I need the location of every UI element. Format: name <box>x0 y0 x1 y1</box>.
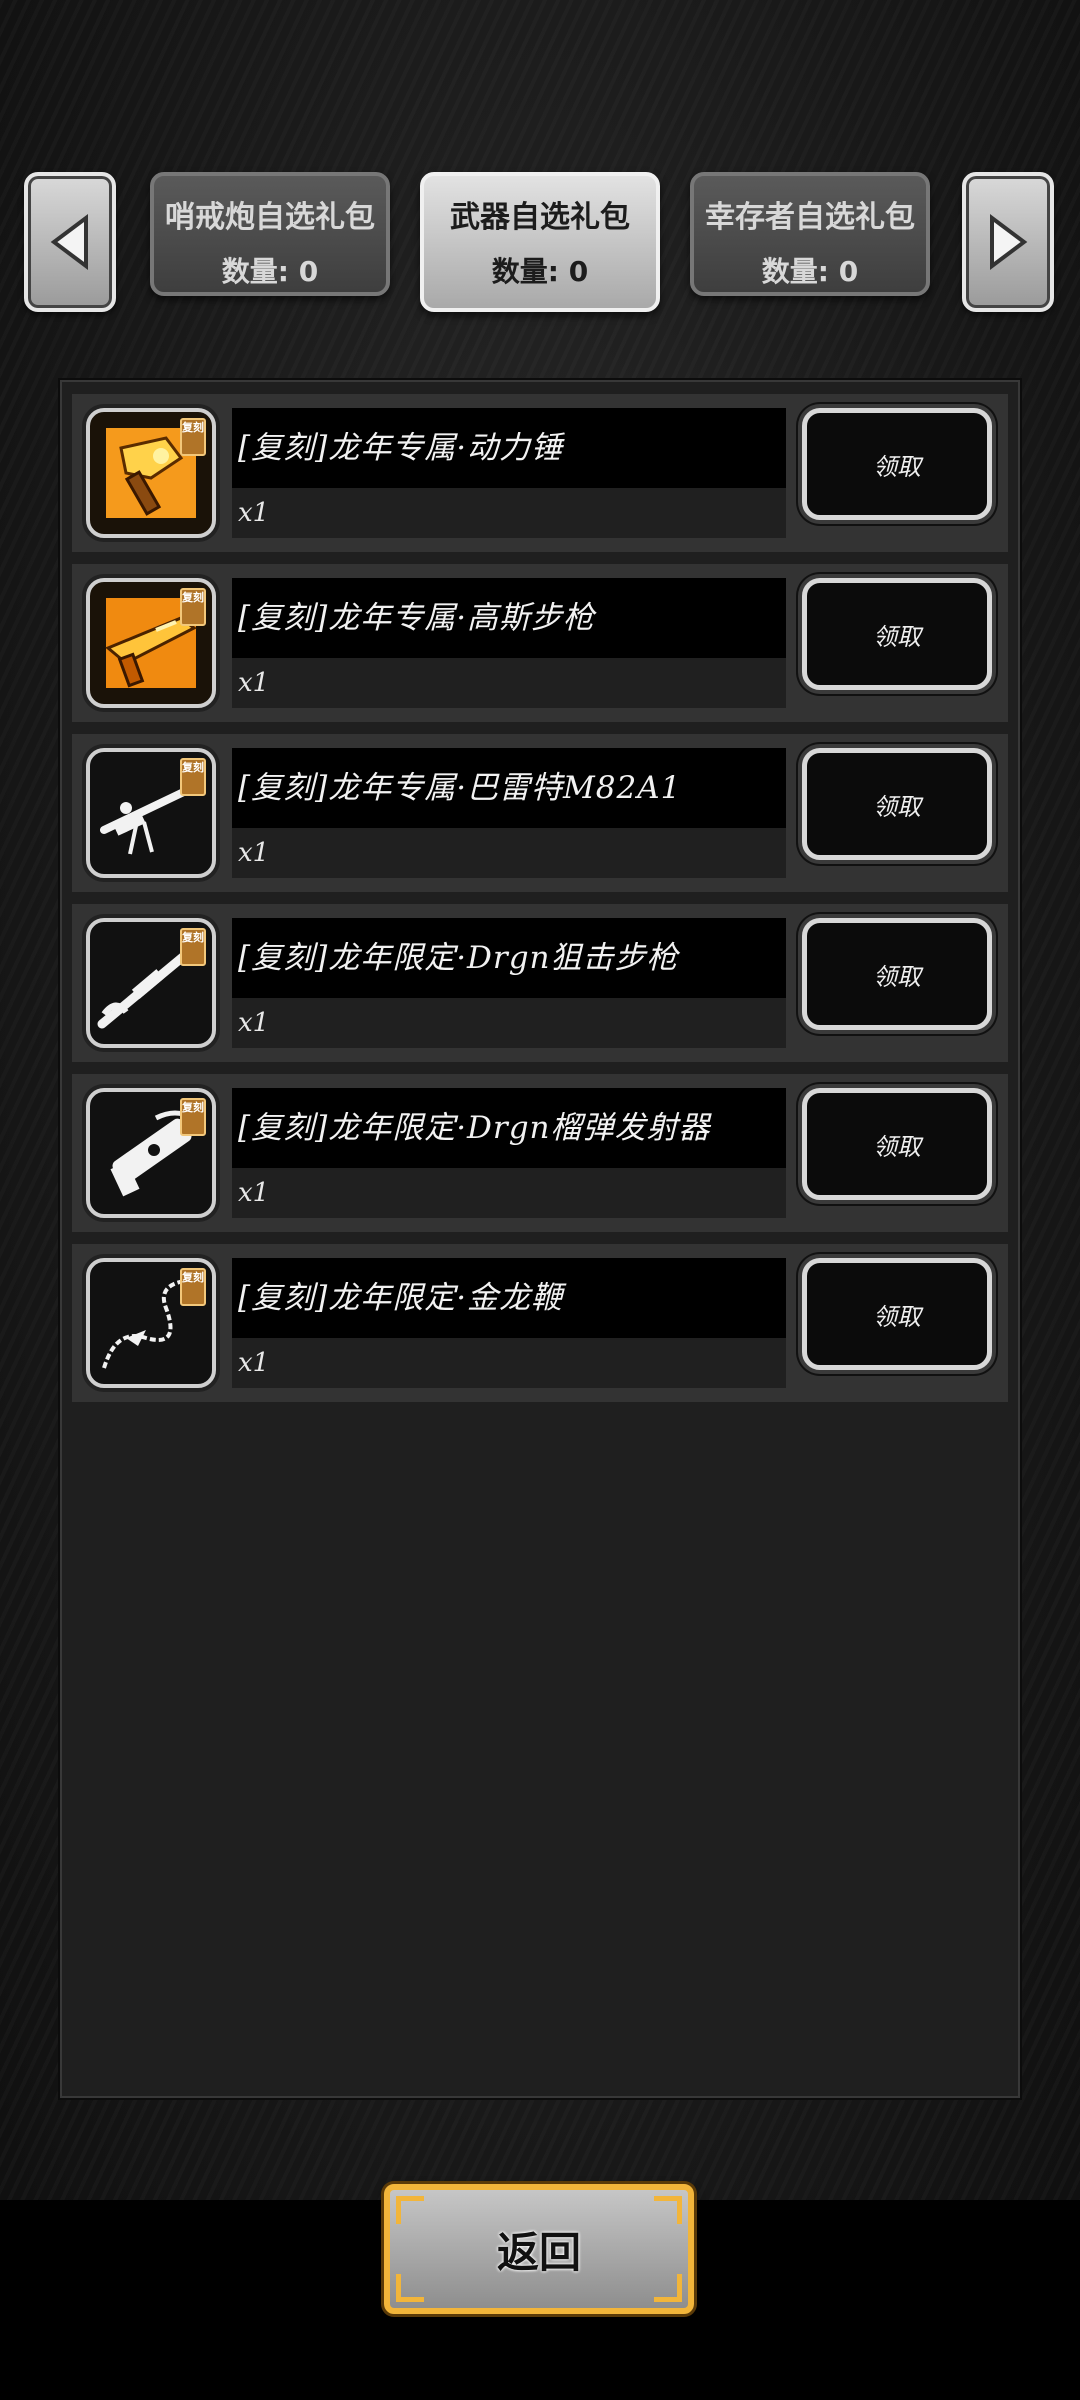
next-arrow-button[interactable] <box>962 172 1054 312</box>
right-arrow-icon <box>990 214 1028 270</box>
tab-sentry-gun-pack[interactable]: 哨戒炮自选礼包 数量: 0 <box>150 172 390 296</box>
list-item: 复刻 [复刻]龙年限定·金龙鞭 x1 领取 <box>72 1244 1008 1402</box>
sniper-rifle-icon: 复刻 <box>86 918 216 1048</box>
left-arrow-icon <box>50 214 88 270</box>
tab-title: 哨戒炮自选礼包 <box>165 200 375 235</box>
tab-survivor-pack[interactable]: 幸存者自选礼包 数量: 0 <box>690 172 930 296</box>
remake-tag: 复刻 <box>180 1098 206 1136</box>
back-button[interactable]: 返回 <box>384 2184 694 2314</box>
claim-button[interactable]: 领取 <box>802 1258 992 1370</box>
list-item: 复刻 [复刻]龙年专属·巴雷特M82A1 x1 领取 <box>72 734 1008 892</box>
tab-count: 数量: 0 <box>221 255 319 288</box>
corner-ornament <box>654 2196 682 2224</box>
item-name: [复刻]龙年专属·动力锤 <box>232 408 786 488</box>
tab-count: 数量: 0 <box>761 255 859 288</box>
dragon-whip-icon: 复刻 <box>86 1258 216 1388</box>
item-quantity: x1 <box>232 658 786 708</box>
grenade-launcher-icon: 复刻 <box>86 1088 216 1218</box>
remake-tag: 复刻 <box>180 928 206 966</box>
claim-button[interactable]: 领取 <box>802 748 992 860</box>
prev-arrow-button[interactable] <box>24 172 116 312</box>
list-item: 复刻 [复刻]龙年专属·动力锤 x1 领取 <box>72 394 1008 552</box>
remake-tag: 复刻 <box>180 758 206 796</box>
power-hammer-icon: 复刻 <box>86 408 216 538</box>
back-button-label: 返回 <box>496 2227 581 2277</box>
item-name: [复刻]龙年限定·Drgn榴弹发射器 <box>232 1088 786 1168</box>
item-name: [复刻]龙年限定·Drgn狙击步枪 <box>232 918 786 998</box>
item-name: [复刻]龙年专属·高斯步枪 <box>232 578 786 658</box>
tab-title: 幸存者自选礼包 <box>705 200 915 235</box>
tab-count: 数量: 0 <box>491 255 589 288</box>
claim-button[interactable]: 领取 <box>802 918 992 1030</box>
claim-button[interactable]: 领取 <box>802 1088 992 1200</box>
tab-weapon-pack[interactable]: 武器自选礼包 数量: 0 <box>420 172 660 312</box>
tab-title: 武器自选礼包 <box>450 200 630 235</box>
corner-ornament <box>396 2196 424 2224</box>
barrett-rifle-icon: 复刻 <box>86 748 216 878</box>
item-name: [复刻]龙年限定·金龙鞭 <box>232 1258 786 1338</box>
item-quantity: x1 <box>232 1338 786 1388</box>
item-quantity: x1 <box>232 488 786 538</box>
list-item: 复刻 [复刻]龙年专属·高斯步枪 x1 领取 <box>72 564 1008 722</box>
list-item: 复刻 [复刻]龙年限定·Drgn榴弹发射器 x1 领取 <box>72 1074 1008 1232</box>
item-list-panel: 复刻 [复刻]龙年专属·动力锤 x1 领取 复刻 [复刻]龙年专属·高斯步枪 x… <box>60 380 1020 2098</box>
corner-ornament <box>654 2274 682 2302</box>
remake-tag: 复刻 <box>180 418 206 456</box>
item-name: [复刻]龙年专属·巴雷特M82A1 <box>232 748 786 828</box>
corner-ornament <box>396 2274 424 2302</box>
list-item: 复刻 [复刻]龙年限定·Drgn狙击步枪 x1 领取 <box>72 904 1008 1062</box>
gauss-rifle-icon: 复刻 <box>86 578 216 708</box>
remake-tag: 复刻 <box>180 588 206 626</box>
item-quantity: x1 <box>232 998 786 1048</box>
item-quantity: x1 <box>232 828 786 878</box>
claim-button[interactable]: 领取 <box>802 578 992 690</box>
claim-button[interactable]: 领取 <box>802 408 992 520</box>
remake-tag: 复刻 <box>180 1268 206 1306</box>
item-quantity: x1 <box>232 1168 786 1218</box>
